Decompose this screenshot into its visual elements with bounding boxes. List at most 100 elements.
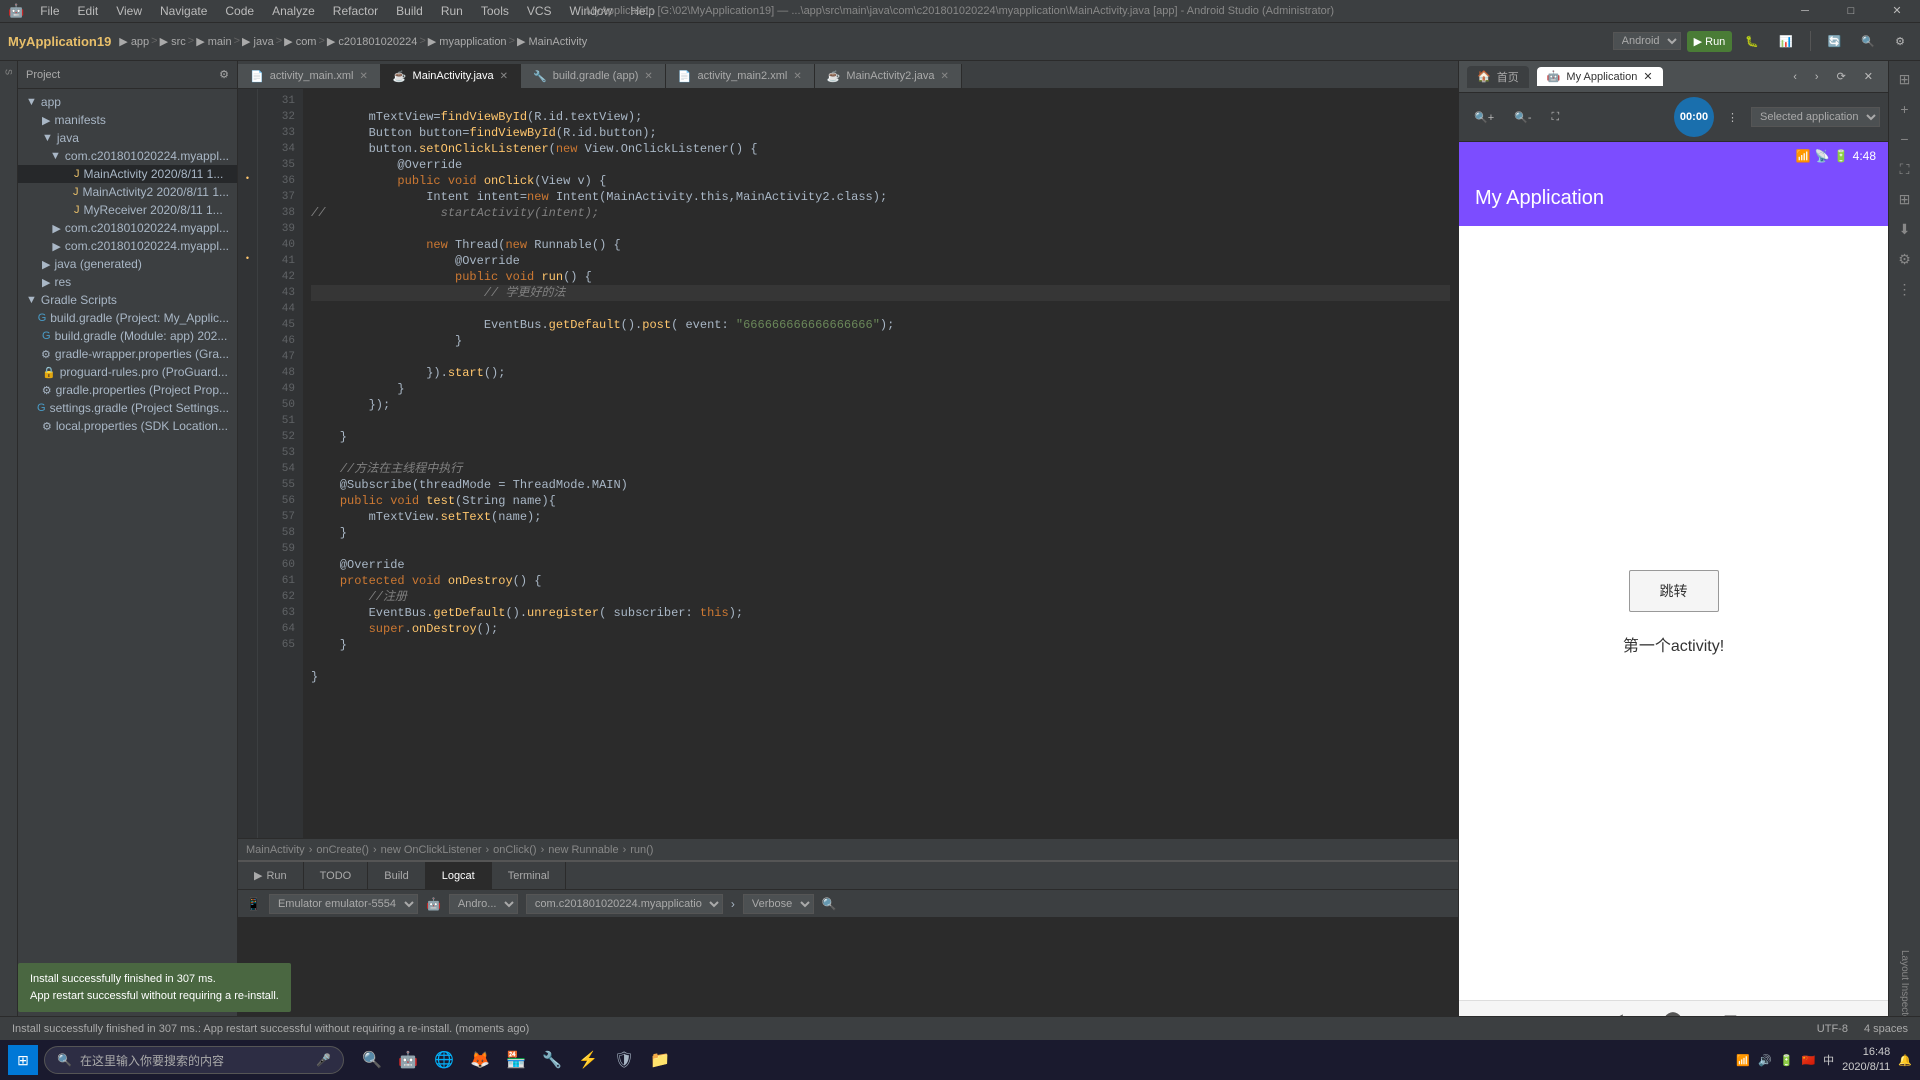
bc-com[interactable]: ▶ com bbox=[284, 35, 316, 48]
code-content[interactable]: mTextView=findViewById(R.id.textView); B… bbox=[303, 89, 1458, 838]
android-version-select[interactable]: Andro... bbox=[449, 894, 518, 914]
bc-app[interactable]: ▶ app bbox=[119, 35, 149, 48]
structure-toggle[interactable]: S bbox=[2, 65, 16, 79]
device-fullscreen[interactable]: ⛶ bbox=[1544, 107, 1566, 128]
device-zoom-out[interactable]: 🔍- bbox=[1507, 107, 1538, 128]
tree-gradle-app[interactable]: G build.gradle (Module: app) 202... bbox=[18, 327, 237, 345]
menu-file[interactable]: File bbox=[32, 2, 67, 20]
right-tool-grid[interactable]: ⊞ bbox=[1891, 185, 1919, 213]
menu-edit[interactable]: Edit bbox=[70, 2, 107, 20]
maximize-button[interactable]: □ bbox=[1828, 0, 1874, 22]
start-button[interactable]: ⊞ bbox=[8, 1045, 38, 1075]
tab-todo[interactable]: TODO bbox=[304, 862, 369, 889]
tab-close[interactable]: ✕ bbox=[644, 71, 652, 82]
sync-button[interactable]: 🔄 bbox=[1821, 31, 1849, 52]
notification-icon[interactable]: 🔔 bbox=[1898, 1054, 1912, 1067]
project-panel-gear[interactable]: ⚙ bbox=[219, 68, 229, 81]
bc-mainactivity[interactable]: ▶ MainActivity bbox=[517, 35, 587, 48]
menu-view[interactable]: View bbox=[108, 2, 150, 20]
device-tab-app[interactable]: 🤖 My Application ✕ bbox=[1537, 67, 1663, 86]
menu-analyze[interactable]: Analyze bbox=[264, 2, 323, 20]
jump-button[interactable]: 跳转 bbox=[1629, 570, 1719, 612]
debug-button[interactable]: 🐛 bbox=[1738, 31, 1766, 52]
menu-build[interactable]: Build bbox=[388, 2, 431, 20]
bc-src[interactable]: ▶ src bbox=[160, 35, 186, 48]
menu-navigate[interactable]: Navigate bbox=[152, 2, 215, 20]
input-method[interactable]: 中 bbox=[1823, 1052, 1834, 1068]
bc-onclicklistener[interactable]: new OnClickListener bbox=[381, 844, 482, 856]
tree-mainactivity[interactable]: J MainActivity 2020/8/11 1... bbox=[18, 165, 237, 183]
package-select[interactable]: com.c201801020224.myapplicatio bbox=[526, 894, 723, 914]
tree-manifests[interactable]: ▶ manifests bbox=[18, 111, 237, 129]
code-editor[interactable]: • • 3132333435 3637383940 4142434445 464… bbox=[238, 89, 1458, 838]
tree-java-generated[interactable]: ▶ java (generated) bbox=[18, 255, 237, 273]
search-button[interactable]: 🔍 bbox=[1854, 31, 1882, 52]
more-options[interactable]: ⋮ bbox=[1720, 107, 1745, 128]
menu-refactor[interactable]: Refactor bbox=[325, 2, 386, 20]
emulator-select[interactable]: Emulator emulator-5554 bbox=[269, 894, 418, 914]
right-tool-settings[interactable]: ⚙ bbox=[1891, 245, 1919, 273]
tab-close[interactable]: ✕ bbox=[500, 71, 508, 82]
tree-res[interactable]: ▶ res bbox=[18, 273, 237, 291]
right-tool-structure[interactable]: ⊞ bbox=[1891, 65, 1919, 93]
device-zoom-in[interactable]: 🔍+ bbox=[1467, 107, 1501, 128]
tab-close[interactable]: ✕ bbox=[940, 71, 948, 82]
tree-proguard[interactable]: 🔒 proguard-rules.pro (ProGuard... bbox=[18, 363, 237, 381]
tree-gradle-scripts[interactable]: ▼ Gradle Scripts bbox=[18, 291, 237, 309]
tree-mainactivity2[interactable]: J MainActivity2 2020/8/11 1... bbox=[18, 183, 237, 201]
menu-code[interactable]: Code bbox=[217, 2, 262, 20]
menu-run[interactable]: Run bbox=[433, 2, 471, 20]
selected-app-select[interactable]: Selected application bbox=[1751, 107, 1880, 127]
next-button[interactable]: › bbox=[1808, 67, 1826, 87]
tab-activity-main2-xml[interactable]: 📄 activity_main2.xml ✕ bbox=[666, 64, 815, 88]
tree-local-properties[interactable]: ⚙ local.properties (SDK Location... bbox=[18, 417, 237, 435]
taskbar-search[interactable]: 🔍 在这里输入你要搜索的内容 🎤 bbox=[44, 1046, 344, 1074]
prev-button[interactable]: ‹ bbox=[1786, 67, 1804, 87]
device-tab-home[interactable]: 🏠 首页 bbox=[1467, 66, 1529, 88]
tree-package2[interactable]: ▶ com.c201801020224.myappl... bbox=[18, 219, 237, 237]
bc-oncreate[interactable]: onCreate() bbox=[316, 844, 369, 856]
close-panel-button[interactable]: ✕ bbox=[1857, 66, 1880, 87]
bc-runnable[interactable]: new Runnable bbox=[548, 844, 618, 856]
refresh-button[interactable]: ⟳ bbox=[1830, 66, 1853, 87]
profile-button[interactable]: 📊 bbox=[1772, 31, 1800, 52]
run-app-button[interactable]: ▶ Run bbox=[1687, 31, 1733, 52]
bc-run[interactable]: run() bbox=[630, 844, 653, 856]
tree-java[interactable]: ▼ java bbox=[18, 129, 237, 147]
right-tool-full[interactable]: ⛶ bbox=[1891, 155, 1919, 183]
taskbar-browser1[interactable]: 🌐 bbox=[430, 1046, 458, 1074]
minimize-button[interactable]: ─ bbox=[1782, 0, 1828, 22]
verbose-select[interactable]: Verbose bbox=[743, 894, 814, 914]
taskbar-cortana[interactable]: 🔍 bbox=[358, 1046, 386, 1074]
voice-search-icon[interactable]: 🎤 bbox=[316, 1053, 331, 1067]
tab-run[interactable]: ▶ Run bbox=[238, 862, 304, 889]
right-tool-add[interactable]: + bbox=[1891, 95, 1919, 123]
bc-main[interactable]: ▶ main bbox=[196, 35, 231, 48]
taskbar-tool2[interactable]: ⚡ bbox=[574, 1046, 602, 1074]
tree-myreceiver[interactable]: J MyReceiver 2020/8/11 1... bbox=[18, 201, 237, 219]
search-icon[interactable]: 🔍 bbox=[822, 897, 837, 911]
tree-gradle-project[interactable]: G build.gradle (Project: My_Applic... bbox=[18, 309, 237, 327]
tree-gradle-wrapper[interactable]: ⚙ gradle-wrapper.properties (Gra... bbox=[18, 345, 237, 363]
taskbar-tool3[interactable]: 🛡 bbox=[610, 1046, 638, 1074]
menu-vcs[interactable]: VCS bbox=[519, 2, 560, 20]
close-button[interactable]: ✕ bbox=[1874, 0, 1920, 22]
tab-mainactivity2-java[interactable]: ☕ MainActivity2.java ✕ bbox=[815, 64, 962, 88]
tab-logcat[interactable]: Logcat bbox=[426, 862, 492, 889]
tab-build-gradle-app[interactable]: 🔧 build.gradle (app) ✕ bbox=[521, 64, 666, 88]
tab-build[interactable]: Build bbox=[368, 862, 425, 889]
bc-java[interactable]: ▶ java bbox=[242, 35, 274, 48]
bc-mainactivity[interactable]: MainActivity bbox=[246, 844, 305, 856]
settings-button[interactable]: ⚙ bbox=[1888, 31, 1912, 52]
taskbar-browser2[interactable]: 🦊 bbox=[466, 1046, 494, 1074]
tree-settings-gradle[interactable]: G settings.gradle (Project Settings... bbox=[18, 399, 237, 417]
bc-onclick[interactable]: onClick() bbox=[493, 844, 536, 856]
tree-package1[interactable]: ▼ com.c201801020224.myappl... bbox=[18, 147, 237, 165]
bc-package[interactable]: ▶ c201801020224 bbox=[327, 35, 417, 48]
menu-tools[interactable]: Tools bbox=[473, 2, 517, 20]
tab-mainactivity-java[interactable]: ☕ MainActivity.java ✕ bbox=[381, 64, 521, 88]
right-tool-minus[interactable]: − bbox=[1891, 125, 1919, 153]
right-tool-more[interactable]: ⋮ bbox=[1891, 275, 1919, 303]
taskbar-android-studio[interactable]: 🤖 bbox=[394, 1046, 422, 1074]
tab-activity-main-xml[interactable]: 📄 activity_main.xml ✕ bbox=[238, 64, 381, 88]
